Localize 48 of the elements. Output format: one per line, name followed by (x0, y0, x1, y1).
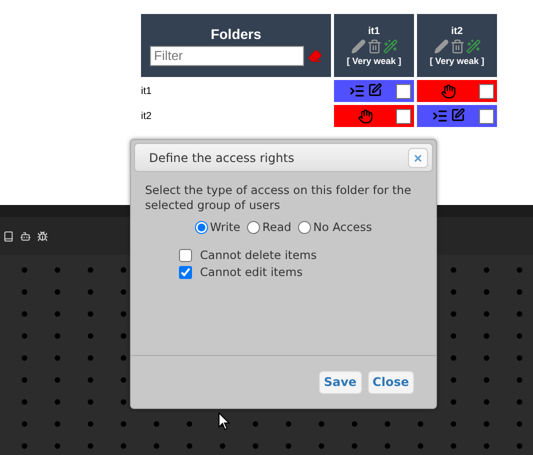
checkbox[interactable] (179, 266, 192, 278)
strength-label: [ Very weak ] (430, 56, 484, 66)
radio-label: Write (210, 220, 240, 234)
checkbox-label: Cannot delete items (200, 248, 317, 262)
edit-icon (368, 83, 382, 97)
rights-cell[interactable] (334, 80, 414, 102)
row-label: it1 (141, 86, 153, 96)
filter-field[interactable]: Filter (150, 46, 304, 66)
folders-title: Folders (210, 26, 262, 42)
checkbox[interactable] (479, 108, 494, 124)
edit-icon (450, 108, 464, 122)
trash-icon[interactable] (450, 38, 464, 54)
radio-button[interactable] (298, 220, 312, 234)
close-button[interactable]: × (408, 148, 428, 168)
trash-icon[interactable] (366, 38, 382, 54)
dialog-message: Select the type of access on this folder for the selected group of users (145, 183, 412, 213)
rights-cell[interactable] (417, 105, 497, 127)
checkbox-label: Cannot edit items (200, 265, 303, 279)
robot-icon[interactable] (20, 230, 31, 242)
dialog-title: Define the access rights (149, 150, 294, 164)
rights-cell[interactable] (417, 80, 497, 102)
magic-wand-icon[interactable] (466, 38, 480, 54)
pencil-icon[interactable] (434, 38, 448, 54)
rights-cell[interactable] (334, 105, 414, 127)
list-indent-icon (432, 108, 448, 124)
radio-button[interactable] (247, 220, 260, 234)
checkbox[interactable] (396, 84, 411, 98)
hand-icon (358, 108, 372, 124)
radio-label: No Access (313, 220, 372, 234)
save-button[interactable]: Save (318, 370, 362, 394)
column-name: it2 (451, 26, 463, 36)
mouse-cursor-icon (218, 412, 230, 431)
column-name: it1 (368, 26, 380, 36)
radio-button[interactable] (195, 220, 208, 234)
hand-icon (440, 84, 456, 98)
list-indent-icon (348, 83, 364, 99)
close-button[interactable]: Close (368, 370, 414, 394)
checkbox[interactable] (396, 108, 411, 124)
row-label: it2 (141, 110, 153, 122)
checkbox[interactable] (179, 248, 192, 262)
bug-icon[interactable] (37, 230, 48, 242)
pencil-icon[interactable] (350, 38, 366, 54)
radio-label: Read (262, 220, 292, 234)
strength-label: [ Very weak ] (346, 56, 402, 66)
checkbox[interactable] (479, 84, 494, 98)
book-icon[interactable] (3, 230, 14, 242)
magic-wand-icon[interactable] (382, 38, 398, 54)
eraser-icon[interactable] (308, 48, 322, 62)
